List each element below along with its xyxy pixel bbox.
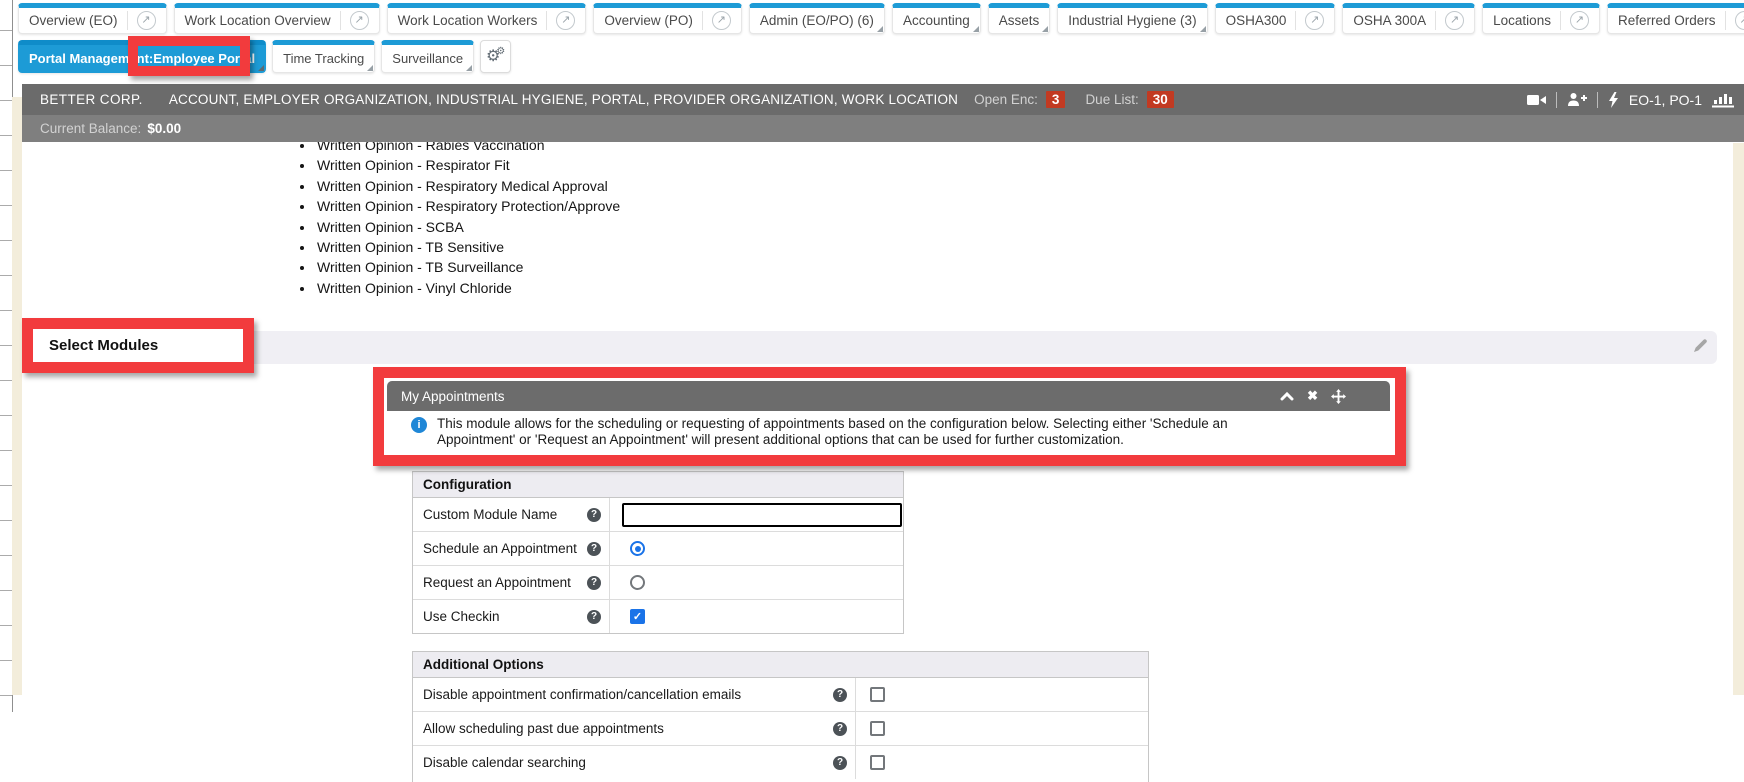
external-link-icon[interactable]: ↗ xyxy=(137,11,156,30)
help-icon[interactable]: ? xyxy=(833,688,847,702)
row-label: Request an Appointment xyxy=(423,575,587,590)
module-info-row: i This module allows for the scheduling … xyxy=(387,411,1390,448)
help-icon[interactable]: ? xyxy=(587,610,601,624)
select-modules-bar xyxy=(25,331,1717,364)
tab-bar-primary: Overview (EO)↗ Work Location Overview↗ W… xyxy=(18,3,1744,34)
annotation-box-select-modules: Select Modules xyxy=(22,318,254,373)
tab-bar-secondary: Portal Management:Employee Portal Time T… xyxy=(18,40,511,73)
company-name: BETTER CORP. xyxy=(40,92,143,107)
list-item: Written Opinion - Respiratory Protection… xyxy=(315,196,620,216)
schedule-appointment-radio[interactable] xyxy=(630,541,645,556)
tab-locations[interactable]: Locations↗ xyxy=(1482,3,1600,34)
module-info-line2: Appointment' or 'Request an Appointment'… xyxy=(437,432,1124,447)
collapse-icon[interactable] xyxy=(1280,391,1294,401)
gear-icon: ⚙ xyxy=(496,47,505,57)
tab-portal-management-employee-portal[interactable]: Portal Management:Employee Portal xyxy=(18,40,266,73)
external-link-icon[interactable]: ↗ xyxy=(350,11,369,30)
tab-overview-eo[interactable]: Overview (EO)↗ xyxy=(18,3,167,34)
org-context: ACCOUNT, EMPLOYER ORGANIZATION, INDUSTRI… xyxy=(169,92,958,107)
due-list-label: Due List: xyxy=(1085,92,1138,107)
balance-bar: Current Balance: $0.00 xyxy=(22,115,1744,142)
list-item: Written Opinion - Respirator Fit xyxy=(315,155,620,175)
disable-calendar-searching-checkbox[interactable] xyxy=(870,755,885,770)
open-enc-badge[interactable]: 3 xyxy=(1046,91,1066,108)
tab-work-location-workers[interactable]: Work Location Workers↗ xyxy=(387,3,587,34)
list-item: Written Opinion - Respiratory Medical Ap… xyxy=(315,176,620,196)
tab-time-tracking[interactable]: Time Tracking xyxy=(272,40,375,73)
tab-osha300[interactable]: OSHA300↗ xyxy=(1215,3,1336,34)
disable-confirmation-emails-checkbox[interactable] xyxy=(870,687,885,702)
org-header-bar: BETTER CORP. ACCOUNT, EMPLOYER ORGANIZAT… xyxy=(22,84,1744,115)
external-link-icon[interactable]: ↗ xyxy=(712,11,731,30)
additional-options-table: Additional Options Disable appointment c… xyxy=(412,651,1149,782)
tab-surveillance[interactable]: Surveillance xyxy=(381,40,474,73)
info-icon: i xyxy=(411,417,427,433)
help-icon[interactable]: ? xyxy=(587,508,601,522)
close-icon[interactable]: ✖ xyxy=(1307,388,1318,404)
external-link-icon[interactable]: ↗ xyxy=(1735,11,1744,30)
module-title: My Appointments xyxy=(401,389,505,404)
balance-value: $0.00 xyxy=(147,121,181,136)
row-label: Allow scheduling past due appointments xyxy=(423,721,833,736)
table-row: Custom Module Name? xyxy=(413,498,903,532)
table-row: Schedule an Appointment? xyxy=(413,532,903,566)
help-icon[interactable]: ? xyxy=(833,722,847,736)
module-info-line1: This module allows for the scheduling or… xyxy=(437,416,1228,431)
request-appointment-radio[interactable] xyxy=(630,575,645,590)
table-row: Disable calendar searching? xyxy=(413,746,1148,779)
add-person-icon[interactable] xyxy=(1567,92,1587,107)
section-title: Select Modules xyxy=(49,337,158,354)
external-link-icon[interactable]: ↗ xyxy=(556,11,575,30)
left-beige-strip xyxy=(12,97,22,695)
video-camera-icon[interactable] xyxy=(1527,93,1546,107)
tab-overview-po[interactable]: Overview (PO)↗ xyxy=(593,3,742,34)
help-icon[interactable]: ? xyxy=(587,576,601,590)
tab-settings-button[interactable]: ⚙⚙ xyxy=(480,40,511,73)
tab-assets[interactable]: Assets xyxy=(988,3,1051,34)
tab-osha-300a[interactable]: OSHA 300A↗ xyxy=(1342,3,1475,34)
tab-work-location-overview[interactable]: Work Location Overview↗ xyxy=(174,3,380,34)
external-link-icon[interactable]: ↗ xyxy=(1305,11,1324,30)
app-window: Overview (EO)↗ Work Location Overview↗ W… xyxy=(0,0,1744,782)
due-list-badge[interactable]: 30 xyxy=(1147,91,1174,108)
custom-module-name-input[interactable] xyxy=(622,503,902,527)
module-panel-header[interactable]: My Appointments ✖ xyxy=(387,381,1390,411)
external-link-icon[interactable]: ↗ xyxy=(1570,11,1589,30)
table-row: Disable appointment confirmation/cancell… xyxy=(413,678,1148,712)
row-label: Custom Module Name xyxy=(423,507,587,522)
table-row: Use Checkin? ✓ xyxy=(413,600,903,633)
row-label: Use Checkin xyxy=(423,609,587,624)
row-label: Disable calendar searching xyxy=(423,755,833,770)
table-row: Allow scheduling past due appointments? xyxy=(413,712,1148,746)
configuration-table-header: Configuration xyxy=(413,472,903,498)
allow-past-due-checkbox[interactable] xyxy=(870,721,885,736)
session-context: EO-1, PO-1 xyxy=(1629,92,1702,108)
tab-accounting[interactable]: Accounting xyxy=(892,3,981,34)
open-enc-label: Open Enc: xyxy=(974,92,1038,107)
row-label: Schedule an Appointment xyxy=(423,541,587,556)
tab-referred-orders[interactable]: Referred Orders↗ xyxy=(1607,3,1744,34)
table-row: Request an Appointment? xyxy=(413,566,903,600)
lightning-icon[interactable] xyxy=(1608,92,1619,108)
tab-admin-eo-po[interactable]: Admin (EO/PO) (6) xyxy=(749,3,885,34)
list-item: Written Opinion - SCBA xyxy=(315,217,620,237)
help-icon[interactable]: ? xyxy=(587,542,601,556)
list-item: Written Opinion - TB Sensitive xyxy=(315,237,620,257)
list-item: Written Opinion - Vinyl Chloride xyxy=(315,278,620,298)
external-link-icon[interactable]: ↗ xyxy=(1445,11,1464,30)
use-checkin-checkbox[interactable]: ✓ xyxy=(630,609,645,624)
tab-industrial-hygiene[interactable]: Industrial Hygiene (3) xyxy=(1057,3,1207,34)
move-icon[interactable] xyxy=(1331,389,1346,404)
pencil-icon[interactable] xyxy=(1690,336,1710,356)
right-beige-strip xyxy=(1733,143,1744,695)
help-icon[interactable]: ? xyxy=(833,756,847,770)
row-label: Disable appointment confirmation/cancell… xyxy=(423,687,833,702)
bar-chart-icon[interactable] xyxy=(1712,91,1734,108)
list-item: Written Opinion - TB Surveillance xyxy=(315,257,620,277)
additional-options-table-header: Additional Options xyxy=(413,652,1148,678)
configuration-table: Configuration Custom Module Name? Schedu… xyxy=(412,471,904,634)
balance-label: Current Balance: xyxy=(40,121,141,136)
written-opinion-list: Written Opinion - Rabies Vaccination Wri… xyxy=(298,135,620,298)
